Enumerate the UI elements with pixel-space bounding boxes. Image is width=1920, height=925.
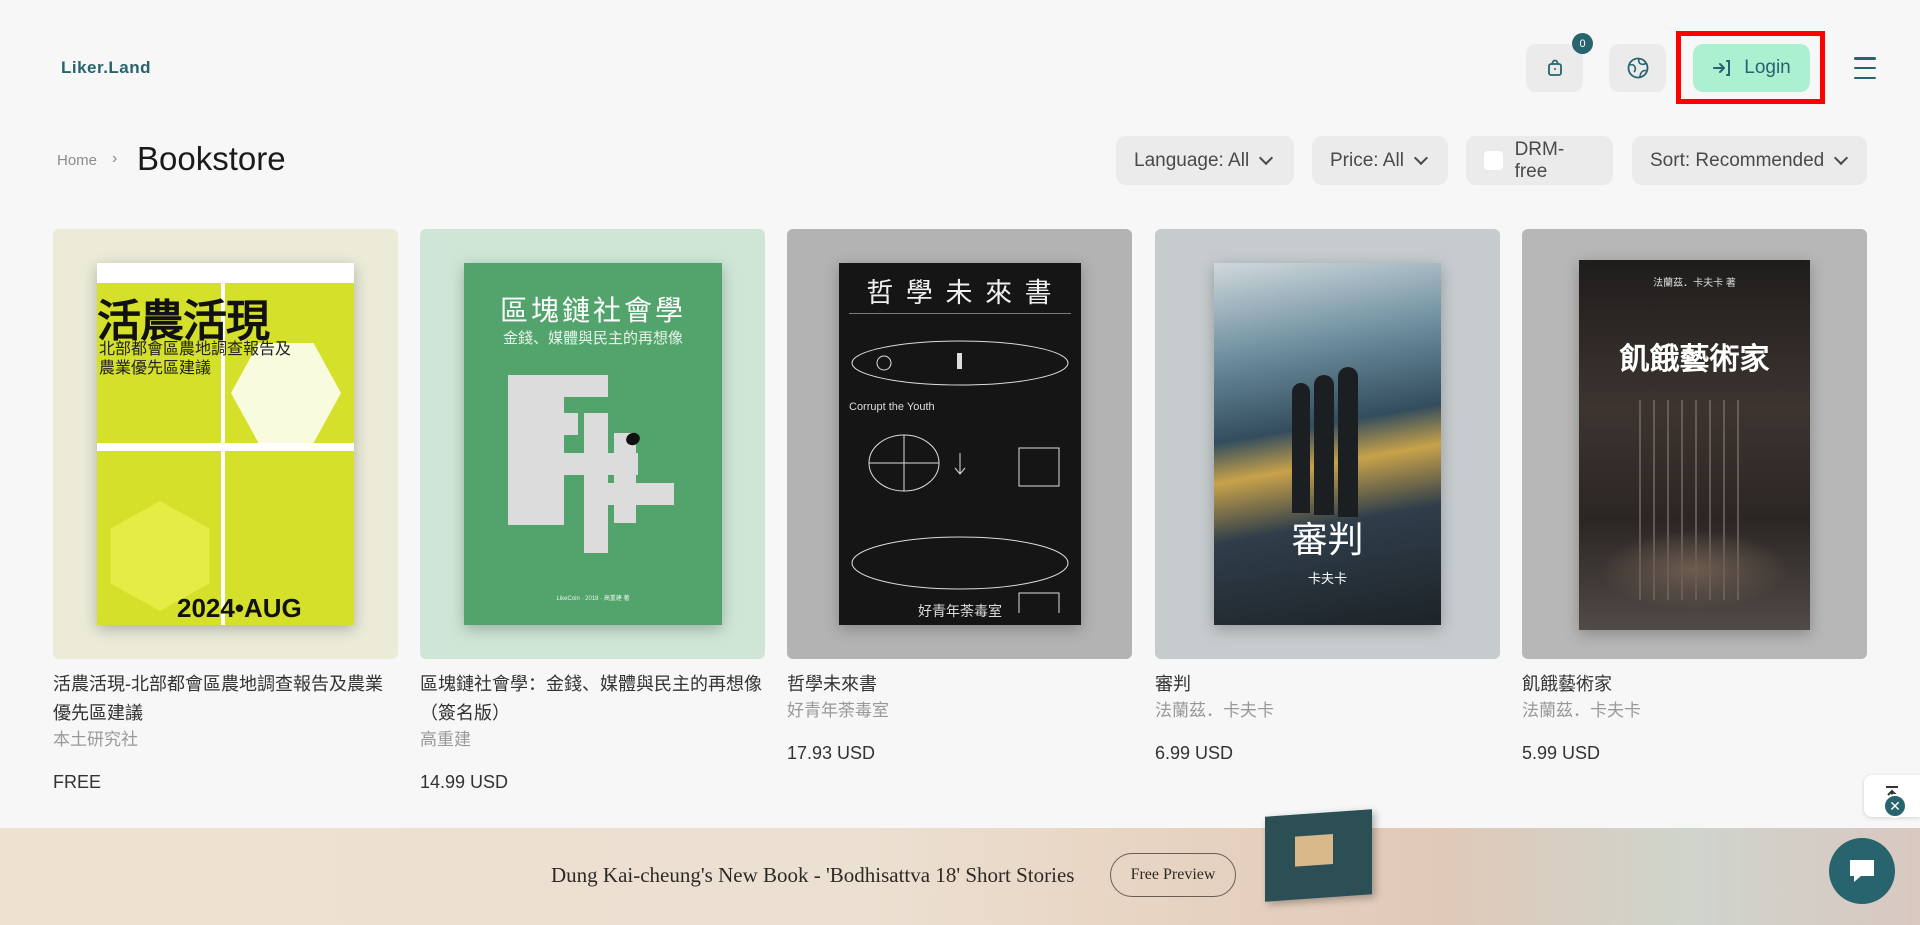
book-author: 法蘭茲．卡夫卡 xyxy=(1155,701,1274,720)
cover-heading: 區塊鏈社會學 xyxy=(499,294,686,327)
book-cover-container[interactable]: 區塊鏈社會學 金錢、媒體與民主的再想像 LikeCoin · 2018 · 高重… xyxy=(420,229,765,659)
book-title[interactable]: 審判 xyxy=(1155,670,1500,699)
book-card[interactable]: 區塊鏈社會學 金錢、媒體與民主的再想像 LikeCoin · 2018 · 高重… xyxy=(420,229,765,793)
book-cover-container[interactable]: 哲 學 未 來 書 Corrupt the Youth 好青年荼毒室 xyxy=(787,229,1132,659)
book-cover: 審判 卡夫卡 xyxy=(1214,263,1441,625)
book-title[interactable]: 活農活現-北部都會區農地調查報告及農業優先區建議 xyxy=(53,670,398,728)
book-price: 5.99 USD xyxy=(1522,743,1601,763)
menu-icon[interactable] xyxy=(1852,54,1878,82)
book-author: 高重建 xyxy=(420,730,471,749)
shopping-bag-icon xyxy=(1547,59,1562,76)
book-title[interactable]: 飢餓藝術家 xyxy=(1522,670,1867,699)
book-price: FREE xyxy=(53,772,102,792)
banner-text: Dung Kai-cheung's New Book - 'Bodhisattv… xyxy=(551,863,1075,887)
book-author: 本土研究社 xyxy=(53,730,138,749)
book-card[interactable]: 活農活現 北部都會區農地調查報告及 農業優先區建議 2024•AUG 活農活現-… xyxy=(53,229,398,793)
chevron-right-icon: › xyxy=(112,150,118,167)
drm-free-label: DRM-free xyxy=(1514,138,1565,182)
logo[interactable]: Liker.Land xyxy=(61,58,151,78)
book-card[interactable]: 法蘭茲．卡夫卡 著 飢餓藝術家 飢餓藝術家 法蘭茲．卡夫卡 5.99 USD xyxy=(1522,229,1867,764)
cover-subtitle: 農業優先區建議 xyxy=(99,358,212,377)
book-cover-container[interactable]: 法蘭茲．卡夫卡 著 飢餓藝術家 xyxy=(1522,229,1867,659)
book-author: 好青年荼毒室 xyxy=(787,701,889,720)
cart-count-badge: 0 xyxy=(1572,33,1593,54)
cover-heading: 飢餓藝術家 xyxy=(1619,342,1770,377)
book-cover-container[interactable]: 審判 卡夫卡 xyxy=(1155,229,1500,659)
cover-date: 2024•AUG xyxy=(177,593,302,623)
language-filter-label: Language: All xyxy=(1134,149,1250,171)
book-card[interactable]: 哲 學 未 來 書 Corrupt the Youth 好青年荼毒室 哲學未來書… xyxy=(787,229,1132,764)
drm-free-checkbox[interactable] xyxy=(1484,151,1503,170)
close-icon[interactable]: ✕ xyxy=(1883,794,1907,818)
cover-footer: LikeCoin · 2018 · 高重建 著 xyxy=(556,596,630,602)
book-price: 17.93 USD xyxy=(787,743,876,763)
sort-filter[interactable]: Sort: Recommended xyxy=(1632,136,1867,185)
price-filter[interactable]: Price: All xyxy=(1312,136,1448,185)
cover-subtitle: 金錢、媒體與民主的再想像 xyxy=(502,329,683,347)
chevron-down-icon xyxy=(1834,150,1849,166)
cover-subtitle: 卡夫卡 xyxy=(1307,571,1347,586)
book-title[interactable]: 哲學未來書 xyxy=(787,670,1132,699)
book-cover: 區塊鏈社會學 金錢、媒體與民主的再想像 LikeCoin · 2018 · 高重… xyxy=(464,263,722,625)
page-title: Bookstore xyxy=(137,140,286,177)
book-author: 法蘭茲．卡夫卡 xyxy=(1522,701,1641,720)
cover-heading: 審判 xyxy=(1291,520,1364,561)
book-cover: 活農活現 北部都會區農地調查報告及 農業優先區建議 2024•AUG xyxy=(97,263,354,625)
language-filter[interactable]: Language: All xyxy=(1116,136,1294,185)
chat-bubble-icon xyxy=(1850,860,1874,882)
book-cover: 哲 學 未 來 書 Corrupt the Youth 好青年荼毒室 xyxy=(839,263,1081,625)
sort-filter-label: Sort: Recommended xyxy=(1650,149,1825,171)
cover-footer: 好青年荼毒室 xyxy=(918,604,1002,620)
login-highlight-box xyxy=(1676,31,1825,104)
promo-banner[interactable]: Dung Kai-cheung's New Book - 'Bodhisattv… xyxy=(0,809,1920,925)
book-card[interactable]: 審判 卡夫卡 審判 法蘭茲．卡夫卡 6.99 USD xyxy=(1155,229,1500,764)
book-cover-container[interactable]: 活農活現 北部都會區農地調查報告及 農業優先區建議 2024•AUG xyxy=(53,229,398,659)
cover-subtitle: 法蘭茲．卡夫卡 著 xyxy=(1653,278,1736,289)
breadcrumb-home[interactable]: Home xyxy=(57,152,97,169)
globe-icon xyxy=(1627,57,1648,79)
banner-book-image xyxy=(1265,809,1372,902)
price-filter-label: Price: All xyxy=(1330,149,1404,171)
cover-subtitle: Corrupt the Youth xyxy=(849,401,935,413)
book-title[interactable]: 區塊鏈社會學：金錢、媒體與民主的再想像（簽名版） xyxy=(420,670,765,728)
free-preview-button[interactable]: Free Preview xyxy=(1110,853,1236,897)
book-cover: 法蘭茲．卡夫卡 著 飢餓藝術家 xyxy=(1579,260,1810,630)
cover-subtitle: 北部都會區農地調查報告及 xyxy=(99,339,292,358)
chevron-down-icon xyxy=(1413,150,1428,166)
language-button[interactable] xyxy=(1609,44,1666,92)
chat-button[interactable] xyxy=(1829,838,1895,904)
top-header: Liker.Land 0 Login xyxy=(0,0,1920,130)
book-price: 6.99 USD xyxy=(1155,743,1234,763)
chevron-down-icon xyxy=(1259,150,1274,166)
book-price: 14.99 USD xyxy=(420,772,509,792)
drm-free-filter[interactable]: DRM-free xyxy=(1466,136,1613,185)
cover-heading: 哲 學 未 來 書 xyxy=(866,278,1054,309)
